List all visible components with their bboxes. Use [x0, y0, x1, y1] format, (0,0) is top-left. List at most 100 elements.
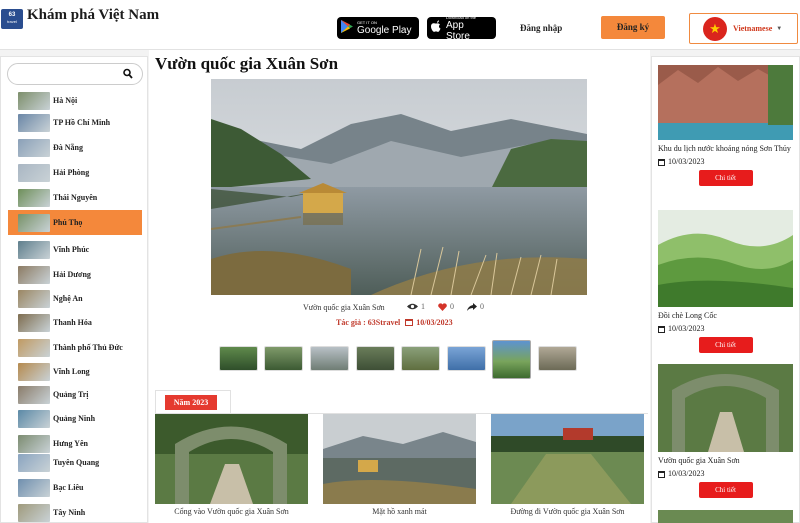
detail-button[interactable]: Chi tiết — [698, 337, 753, 353]
year-badge: Năm 2023 — [165, 395, 217, 410]
province-item[interactable]: Vĩnh Phúc — [8, 237, 142, 262]
province-name: Vĩnh Phúc — [53, 245, 90, 254]
detail-button[interactable]: Chi tiết — [698, 482, 753, 498]
thumbnail-selected[interactable] — [492, 340, 531, 379]
site-header: 63 travel Khám phá Việt Nam GET IT ON Goog… — [0, 0, 800, 50]
eye-icon — [407, 303, 418, 310]
gallery-card[interactable]: Đường đi Vườn quốc gia Xuân Sơn — [491, 414, 644, 523]
province-name: Đà Nẵng — [53, 143, 84, 152]
search-input[interactable] — [16, 67, 116, 82]
province-name: Hà Nội — [53, 96, 78, 105]
like-button[interactable]: 0 — [438, 302, 454, 311]
province-thumbnail — [18, 213, 50, 232]
province-item[interactable]: Nghệ An — [8, 286, 142, 311]
province-name: Phú Thọ — [53, 218, 83, 227]
province-item[interactable]: TP Hồ Chí Minh — [8, 110, 142, 135]
province-item[interactable]: Thành phố Thủ Đức — [8, 335, 142, 360]
language-select[interactable]: ★ Vietnamese ▼ — [689, 13, 798, 44]
province-name: Hải Phòng — [53, 168, 90, 177]
news-title[interactable]: Khu du lịch nước khoáng nóng Sơn Thủy — [658, 143, 793, 154]
news-card: Vườn quốc gia Xuân Sơn 10/03/2023 Chi ti… — [658, 364, 793, 498]
thumbnail[interactable] — [538, 346, 577, 371]
share-button[interactable]: 0 — [467, 302, 484, 311]
site-logo[interactable]: 63 travel — [1, 9, 23, 29]
news-card: Khu du lịch nước khoáng nóng Sơn Thủy 10… — [658, 65, 793, 186]
thumbnail[interactable] — [356, 346, 395, 371]
hero-photo[interactable] — [211, 79, 587, 295]
province-name: Bạc Liêu — [53, 483, 84, 492]
gallery-image — [323, 414, 476, 504]
news-date: 10/03/2023 — [658, 469, 793, 478]
province-name: Quảng Trị — [53, 390, 89, 399]
province-item[interactable]: Thái Nguyên — [8, 185, 142, 210]
province-thumbnail — [18, 289, 50, 308]
province-name: Hưng Yên — [53, 439, 88, 448]
calendar-icon — [658, 325, 665, 333]
province-thumbnail — [18, 113, 50, 132]
province-item[interactable]: Quảng Ninh — [8, 406, 142, 431]
gallery-card[interactable]: Mặt hồ xanh mát — [323, 414, 476, 523]
site-title[interactable]: Khám phá Việt Nam — [27, 7, 159, 24]
province-item[interactable]: Thanh Hóa — [8, 310, 142, 335]
thumbnail[interactable] — [401, 346, 440, 371]
share-icon — [467, 302, 477, 311]
province-thumbnail — [18, 478, 50, 497]
news-sidebar: Khu du lịch nước khoáng nóng Sơn Thủy 10… — [651, 56, 800, 523]
news-title[interactable]: Đồi chè Long Cốc — [658, 310, 793, 321]
news-image[interactable] — [658, 364, 793, 452]
province-thumbnail — [18, 385, 50, 404]
province-item[interactable]: Hải Dương — [8, 262, 142, 287]
page-title: Vườn quốc gia Xuân Sơn — [155, 54, 339, 73]
register-button[interactable]: Đăng ký — [601, 16, 665, 39]
photo-caption: Vườn quốc gia Xuân Sơn — [303, 303, 385, 312]
calendar-icon — [658, 158, 665, 166]
province-thumbnail — [18, 188, 50, 207]
gallery-image — [491, 414, 644, 504]
province-item[interactable]: Hải Phòng — [8, 160, 142, 185]
calendar-icon — [405, 319, 414, 326]
google-play-icon — [341, 20, 353, 36]
news-image[interactable] — [658, 210, 793, 307]
gallery-caption: Mặt hồ xanh mát — [372, 507, 427, 516]
province-item[interactable]: Vĩnh Long — [8, 359, 142, 384]
news-title[interactable]: Vườn quốc gia Xuân Sơn — [658, 455, 793, 466]
province-thumbnail — [18, 338, 50, 357]
login-link[interactable]: Đăng nhập — [520, 23, 562, 33]
province-name: Tuyên Quang — [53, 458, 100, 467]
gallery-card[interactable]: Cổng vào Vườn quốc gia Xuân Sơn — [155, 414, 308, 523]
province-name: Thanh Hóa — [53, 318, 92, 327]
photo-caption-row: Vườn quốc gia Xuân Sơn 1 0 0 — [149, 302, 650, 316]
detail-button[interactable]: Chi tiết — [698, 170, 753, 186]
language-label: Vietnamese — [733, 24, 773, 33]
news-card: Đồi chè Long Cốc 10/03/2023 Chi tiết — [658, 210, 793, 353]
thumbnail[interactable] — [447, 346, 486, 371]
province-sidebar: Hà Nội TP Hồ Chí Minh Đà Nẵng Hải Phòng Thái… — [0, 56, 148, 523]
province-item[interactable]: Tuyên Quang — [8, 450, 142, 475]
author-line: Tác giả : 63Stravel 10/03/2023 — [336, 318, 453, 327]
province-name: Nghệ An — [53, 294, 83, 303]
province-item[interactable]: Bạc Liêu — [8, 475, 142, 500]
thumbnail[interactable] — [310, 346, 349, 371]
news-date: 10/03/2023 — [658, 157, 793, 166]
app-store-badge[interactable]: Download on the App Store — [427, 15, 496, 42]
province-thumbnail — [18, 453, 50, 472]
province-item[interactable]: Phú Thọ — [8, 210, 142, 235]
thumbnail[interactable] — [219, 346, 258, 371]
province-thumbnail — [18, 240, 50, 259]
news-image[interactable] — [658, 65, 793, 140]
google-play-badge[interactable]: GET IT ON Google Play — [337, 17, 419, 39]
news-image[interactable] — [658, 510, 793, 523]
province-item[interactable]: Đà Nẵng — [8, 135, 142, 160]
province-name: Quảng Ninh — [53, 414, 96, 423]
province-name: Thái Nguyên — [53, 193, 98, 202]
main-content: Vườn quốc gia Xuân Sơn Vườn quốc gia Xuâ… — [149, 50, 650, 523]
province-item[interactable]: Quảng Trị — [8, 382, 142, 407]
province-name: TP Hồ Chí Minh — [53, 118, 111, 127]
year-tab[interactable]: Năm 2023 — [155, 390, 231, 414]
thumbnail[interactable] — [264, 346, 303, 371]
province-item[interactable]: Tây Ninh — [8, 500, 142, 523]
province-thumbnail — [18, 313, 50, 332]
search-icon[interactable] — [123, 68, 133, 80]
province-thumbnail — [18, 138, 50, 157]
news-date: 10/03/2023 — [658, 324, 793, 333]
